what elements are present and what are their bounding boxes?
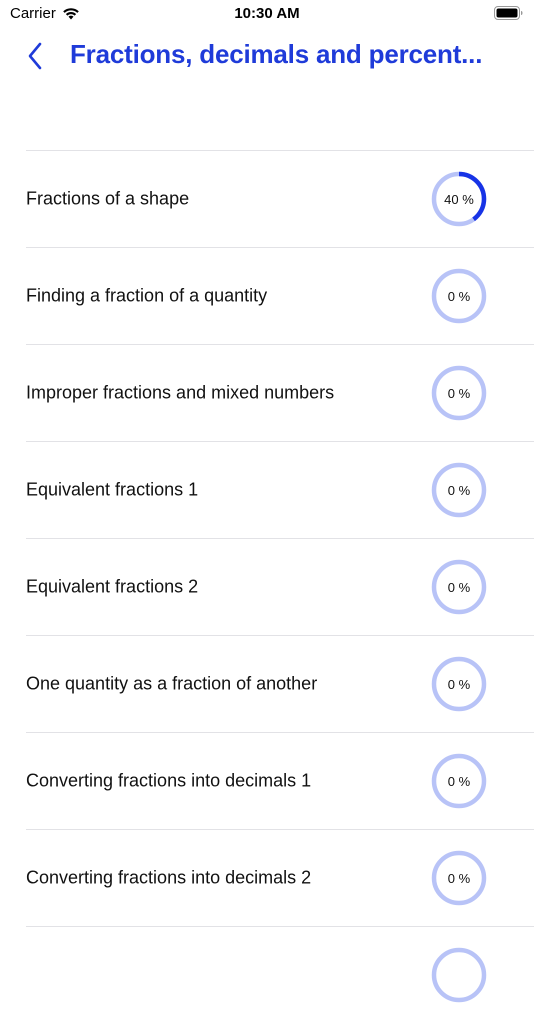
status-bar: Carrier 10:30 AM [0,0,534,30]
progress-ring: 0 % [430,752,488,810]
progress-percent: 0 % [447,870,471,886]
navigation-bar: Fractions, decimals and percent... [0,30,534,82]
status-time: 10:30 AM [234,5,300,22]
progress-ring: 40 % [430,170,488,228]
progress-ring: 0 % [430,461,488,519]
chevron-left-icon [28,42,42,70]
topic-label: Converting fractions into decimals 1 [26,770,312,791]
progress-percent: 0 % [447,579,471,595]
progress-percent: 0 % [447,676,471,692]
progress-ring: 0 % [430,364,488,422]
list-item[interactable]: Fractions of a shape 40 % [26,150,534,247]
topic-label: Fractions of a shape [26,188,190,209]
topic-label: Improper fractions and mixed numbers [26,382,335,403]
list-item[interactable]: Converting fractions into decimals 2 0 % [26,829,534,926]
list-item[interactable]: One quantity as a fraction of another 0 % [26,635,534,732]
progress-ring [430,946,488,1004]
list-item[interactable]: Converting fractions into decimals 1 0 % [26,732,534,829]
progress-percent: 0 % [447,385,471,401]
topic-label: Converting fractions into decimals 2 [26,867,312,888]
back-button[interactable] [22,40,48,72]
list-item[interactable]: Improper fractions and mixed numbers 0 % [26,344,534,441]
topic-label: One quantity as a fraction of another [26,673,318,694]
list-item[interactable]: Equivalent fractions 1 0 % [26,441,534,538]
progress-ring: 0 % [430,267,488,325]
list-item[interactable]: Finding a fraction of a quantity 0 % [26,247,534,344]
topic-label: Finding a fraction of a quantity [26,285,268,306]
progress-ring: 0 % [430,849,488,907]
page-title: Fractions, decimals and percent... [70,39,483,69]
topic-list: Fractions of a shape 40 % Finding a fracti… [26,150,534,1023]
topic-label: Equivalent fractions 2 [26,576,199,597]
progress-ring: 0 % [430,558,488,616]
topic-label: Equivalent fractions 1 [26,479,199,500]
list-item[interactable] [26,926,534,1023]
battery-icon [494,6,524,21]
progress-ring: 0 % [430,655,488,713]
progress-percent: 0 % [447,773,471,789]
list-item[interactable]: Equivalent fractions 2 0 % [26,538,534,635]
progress-percent [430,946,488,1004]
progress-percent: 40 % [444,191,474,207]
progress-percent: 0 % [447,288,471,304]
progress-percent: 0 % [447,482,471,498]
